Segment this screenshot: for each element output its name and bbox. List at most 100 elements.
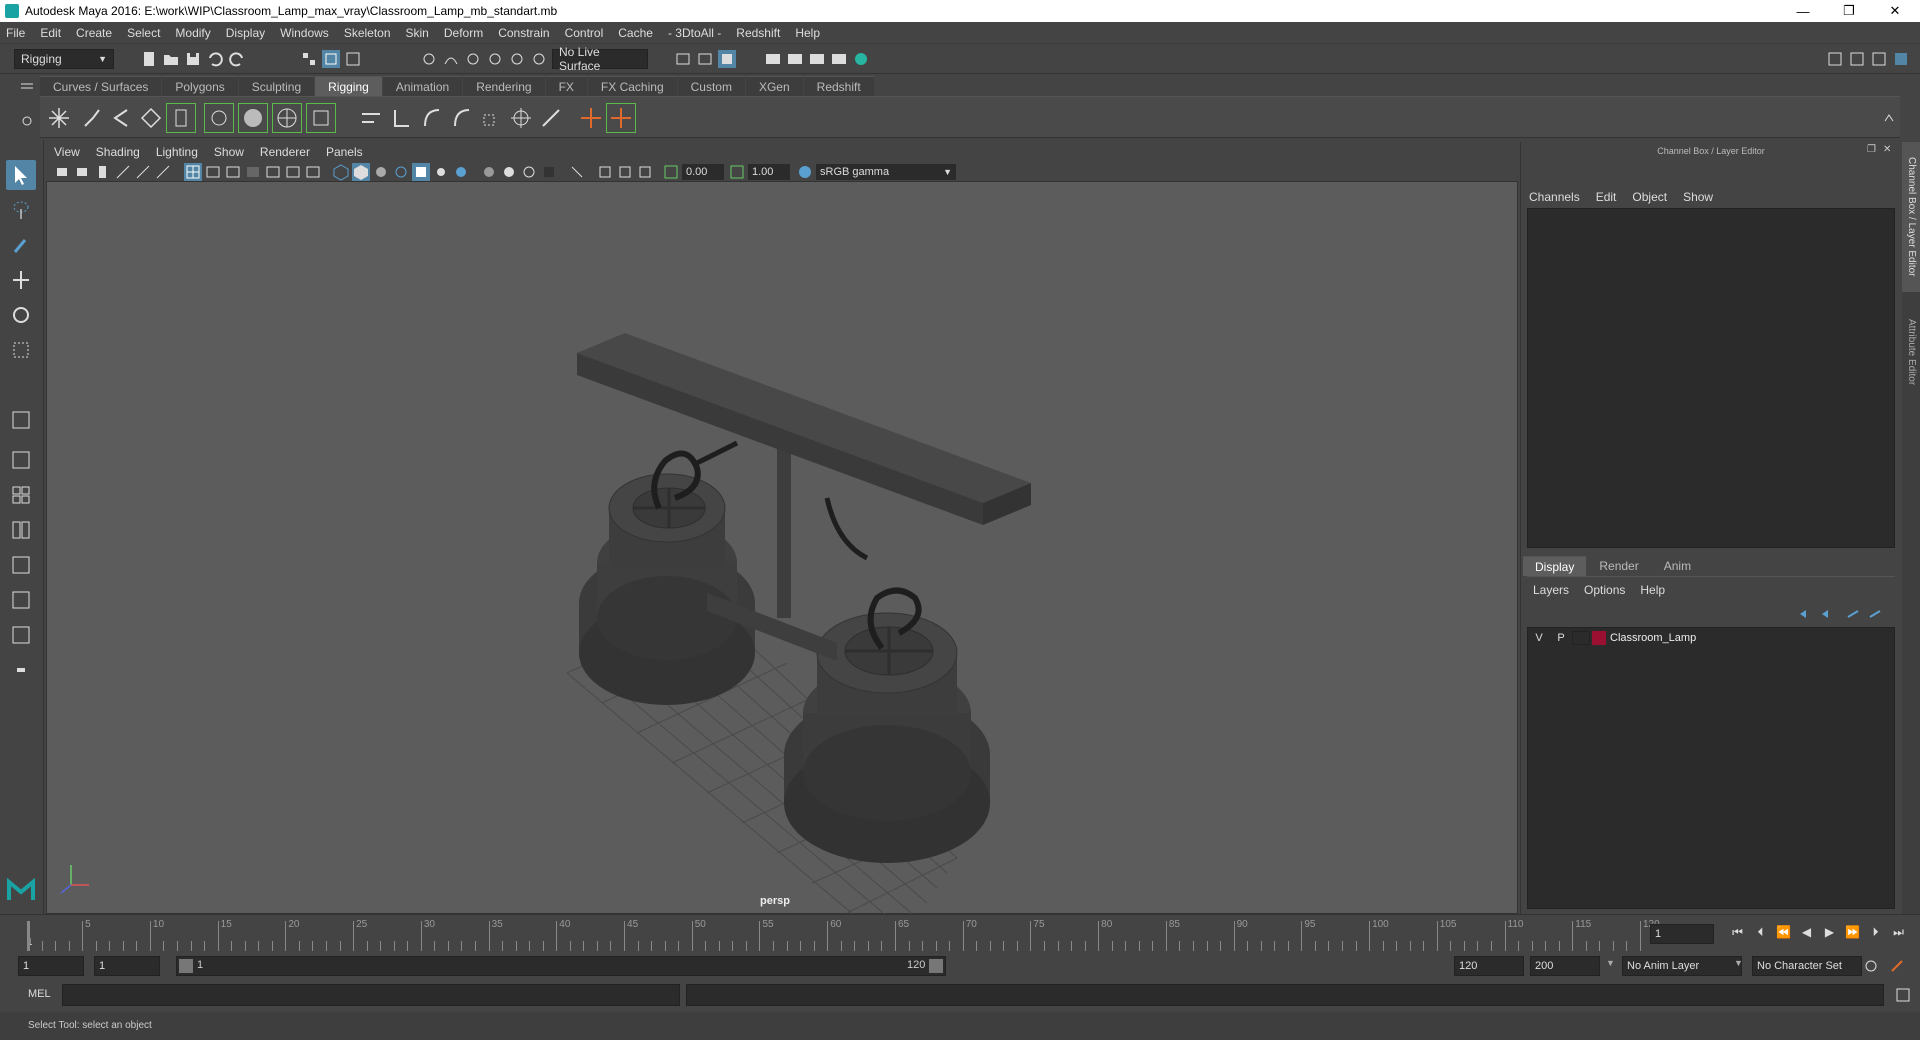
- bind-skin-icon[interactable]: [238, 103, 268, 133]
- color-management-icon[interactable]: [796, 163, 814, 181]
- layer-tab-anim[interactable]: Anim: [1651, 556, 1704, 576]
- render-view-icon[interactable]: [764, 50, 782, 68]
- shadows-icon[interactable]: [452, 163, 470, 181]
- step-forward-key-icon[interactable]: ⏵: [1864, 925, 1887, 940]
- camera-attributes-icon[interactable]: [74, 163, 92, 181]
- playback-end-field[interactable]: 120: [1454, 956, 1524, 976]
- vp-menu-view[interactable]: View: [54, 145, 80, 159]
- menu-create[interactable]: Create: [76, 26, 112, 40]
- shelf-scroll-icon[interactable]: [1880, 109, 1898, 127]
- bookmarks-icon[interactable]: [94, 163, 112, 181]
- modeling-toolkit-icon[interactable]: [1826, 50, 1844, 68]
- wireframe-on-shaded-icon[interactable]: [392, 163, 410, 181]
- new-scene-icon[interactable]: [140, 50, 158, 68]
- ik-spline-icon[interactable]: [106, 103, 136, 133]
- snap-point-icon[interactable]: [464, 50, 482, 68]
- vp-menu-shading[interactable]: Shading: [96, 145, 140, 159]
- layout-four-pane-icon[interactable]: [6, 480, 36, 510]
- command-input[interactable]: [62, 984, 680, 1006]
- time-ruler[interactable]: 5 10 15 20 25 30 35 40 45 50 55 60 65 70 75 80 85 90 95 100…: [28, 915, 1660, 955]
- range-bar[interactable]: 1 120: [176, 956, 946, 976]
- grid-icon[interactable]: [184, 163, 202, 181]
- scale-constraint-icon[interactable]: [476, 103, 506, 133]
- orient-constraint-icon[interactable]: [446, 103, 476, 133]
- paint-select-tool-icon[interactable]: [6, 230, 36, 260]
- vp-menu-lighting[interactable]: Lighting: [156, 145, 198, 159]
- layout-single-pane-icon[interactable]: [6, 445, 36, 475]
- select-camera-icon[interactable]: [54, 163, 72, 181]
- shelf-tab-curves-surfaces[interactable]: Curves / Surfaces: [40, 76, 162, 96]
- motion-blur-icon[interactable]: [500, 163, 518, 181]
- menu-constrain[interactable]: Constrain: [498, 26, 549, 40]
- screen-space-ao-icon[interactable]: [480, 163, 498, 181]
- shelf-menu-icon[interactable]: [18, 78, 36, 96]
- insert-joint-icon[interactable]: [136, 103, 166, 133]
- layer-tab-display[interactable]: Display: [1523, 556, 1587, 576]
- menu-deform[interactable]: Deform: [444, 26, 483, 40]
- shelf-tab-polygons[interactable]: Polygons: [162, 76, 238, 96]
- range-start-handle[interactable]: [179, 959, 193, 973]
- shelf-tab-custom[interactable]: Custom: [677, 76, 745, 96]
- menu-cache[interactable]: Cache: [618, 26, 653, 40]
- snap-curve-icon[interactable]: [442, 50, 460, 68]
- vp-menu-renderer[interactable]: Renderer: [260, 145, 310, 159]
- cluster-icon[interactable]: [606, 103, 636, 133]
- layer-playback-toggle[interactable]: P: [1550, 632, 1572, 644]
- select-object-icon[interactable]: [322, 50, 340, 68]
- lasso-tool-icon[interactable]: [6, 195, 36, 225]
- playback-start-field[interactable]: 1: [94, 956, 160, 976]
- current-time-marker[interactable]: [27, 921, 30, 951]
- shelf-tab-animation[interactable]: Animation: [382, 76, 463, 96]
- human-ik-icon[interactable]: [204, 103, 234, 133]
- ipr-render-icon[interactable]: [808, 50, 826, 68]
- parent-constraint-icon[interactable]: [386, 103, 416, 133]
- gamma-field[interactable]: 1.00: [748, 164, 790, 180]
- layer-name[interactable]: Classroom_Lamp: [1610, 632, 1696, 644]
- channels-menu[interactable]: Channels: [1529, 190, 1580, 204]
- quick-rig-icon[interactable]: [166, 103, 196, 133]
- pole-vector-constraint-icon[interactable]: [506, 103, 536, 133]
- minimize-button[interactable]: —: [1780, 0, 1826, 22]
- new-layer-selected-icon[interactable]: [1867, 605, 1885, 623]
- layout-hypershade-icon[interactable]: [6, 620, 36, 650]
- edit-menu[interactable]: Edit: [1596, 190, 1617, 204]
- menu-skin[interactable]: Skin: [406, 26, 429, 40]
- create-joints-icon[interactable]: [44, 103, 74, 133]
- side-tab-channel-box[interactable]: Channel Box / Layer Editor: [1902, 142, 1920, 292]
- gate-mask-icon[interactable]: [244, 163, 262, 181]
- shelf-tab-redshift[interactable]: Redshift: [803, 76, 874, 96]
- move-layer-down-icon[interactable]: [1819, 605, 1837, 623]
- rotate-tool-icon[interactable]: [6, 300, 36, 330]
- aim-constraint-icon[interactable]: [356, 103, 386, 133]
- shelf-tab-sculpting[interactable]: Sculpting: [238, 76, 315, 96]
- range-end-handle[interactable]: [929, 959, 943, 973]
- shelf-tab-fx[interactable]: FX: [545, 76, 587, 96]
- menu-control[interactable]: Control: [565, 26, 604, 40]
- menu-file[interactable]: File: [6, 26, 25, 40]
- options-menu[interactable]: Options: [1584, 583, 1625, 597]
- image-plane-icon[interactable]: [114, 163, 132, 181]
- output-ops-icon[interactable]: [696, 50, 714, 68]
- menu-select[interactable]: Select: [127, 26, 160, 40]
- shelf-tab-xgen[interactable]: XGen: [745, 76, 803, 96]
- save-scene-icon[interactable]: [184, 50, 202, 68]
- snap-view-plane-icon[interactable]: [486, 50, 504, 68]
- show-channel-box-icon[interactable]: [1892, 50, 1910, 68]
- shelf-tab-rigging[interactable]: Rigging: [315, 76, 382, 96]
- wireframe-icon[interactable]: [332, 163, 350, 181]
- close-panel-icon[interactable]: ✕: [1883, 144, 1891, 155]
- move-tool-icon[interactable]: [6, 265, 36, 295]
- exposure-field[interactable]: 0.00: [682, 164, 724, 180]
- close-button[interactable]: ✕: [1872, 0, 1918, 22]
- textured-icon[interactable]: [412, 163, 430, 181]
- layer-color-swatch[interactable]: [1592, 631, 1606, 645]
- isolate-select-icon[interactable]: [568, 163, 586, 181]
- animation-preferences-icon[interactable]: [1888, 957, 1906, 975]
- multisample-aa-icon[interactable]: [520, 163, 538, 181]
- input-ops-icon[interactable]: [674, 50, 692, 68]
- use-all-lights-icon[interactable]: [432, 163, 450, 181]
- channel-list[interactable]: [1527, 208, 1895, 548]
- menu-modify[interactable]: Modify: [175, 26, 210, 40]
- step-forward-frame-icon[interactable]: ⏩: [1841, 925, 1864, 940]
- field-chart-icon[interactable]: [264, 163, 282, 181]
